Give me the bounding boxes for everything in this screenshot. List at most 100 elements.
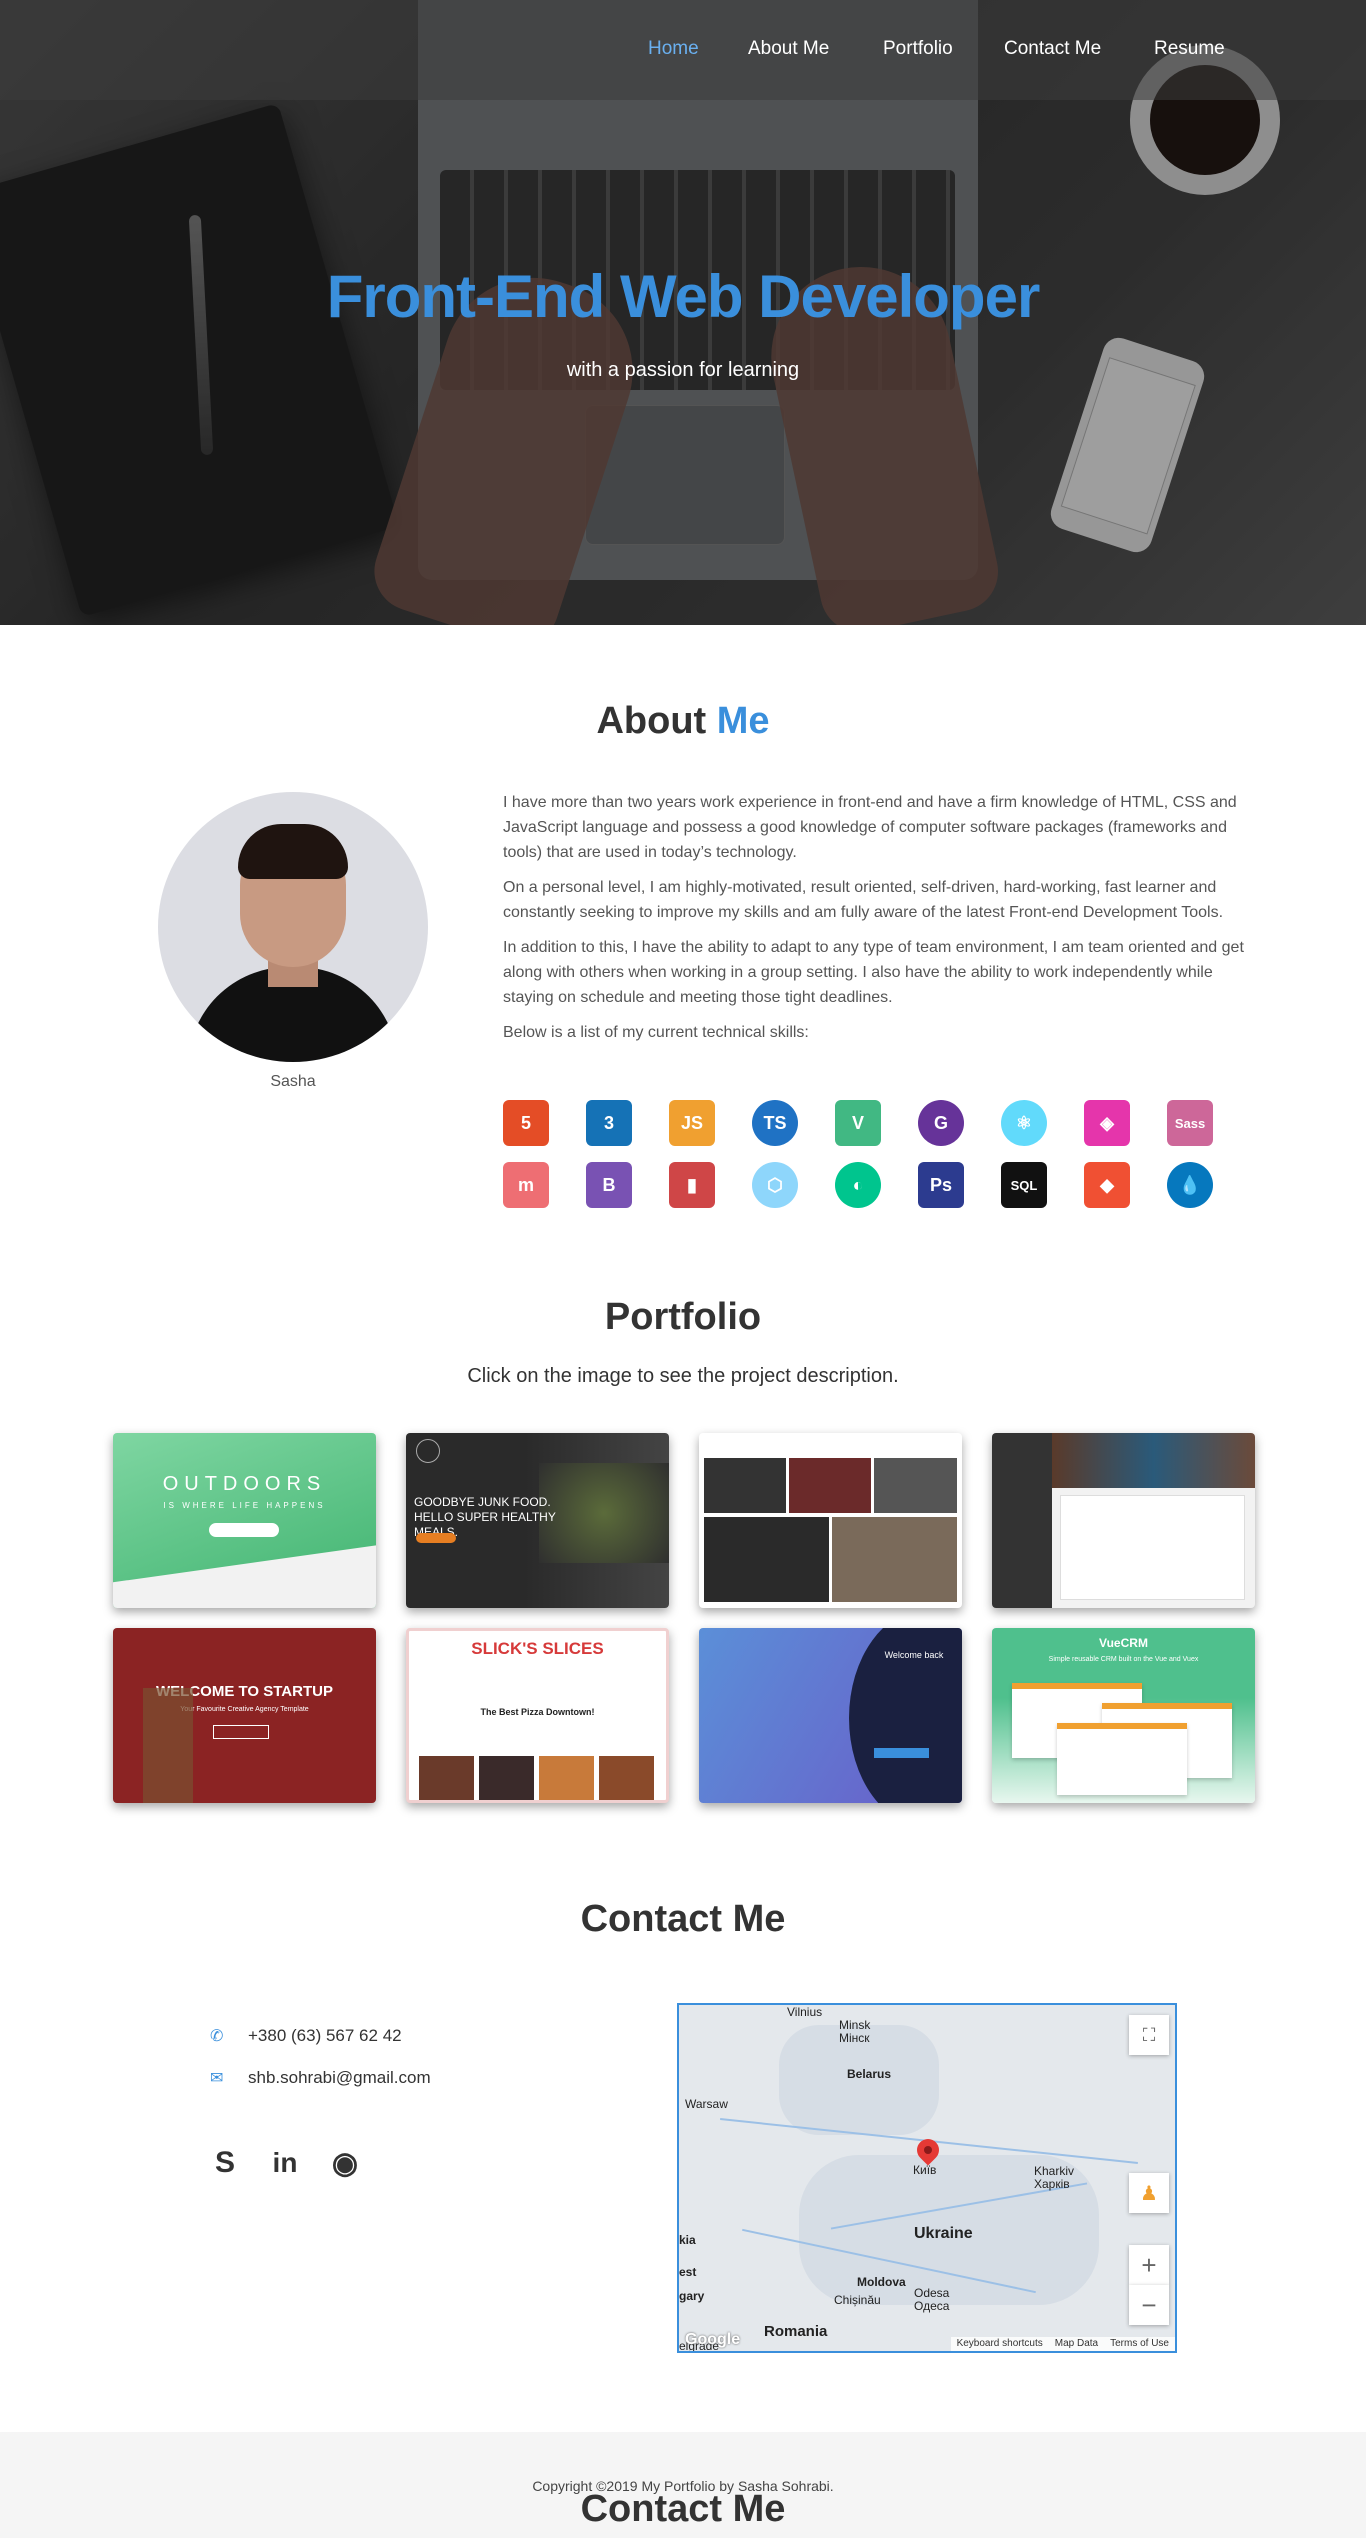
map-data-link[interactable]: Map Data	[1049, 2337, 1104, 2351]
top-navbar: Home About Me Portfolio Contact Me Resum…	[0, 0, 1366, 100]
map-label-chisinau: Chișinău	[834, 2293, 881, 2307]
gulp-icon: ▮	[669, 1162, 715, 1208]
map-label-kyiv: Київ	[913, 2163, 937, 2177]
git-icon: ◆	[1084, 1162, 1130, 1208]
project-caption: VueCRM	[1099, 1636, 1148, 1650]
project-photo	[704, 1458, 786, 1513]
hero-subtitle: with a passion for learning	[566, 359, 800, 381]
nav-portfolio[interactable]: Portfolio	[883, 38, 953, 60]
project-door	[143, 1688, 193, 1803]
react-icon: ⚛	[1001, 1100, 1047, 1146]
project-photo	[1052, 1433, 1255, 1488]
project-photo	[479, 1756, 534, 1800]
typescript-icon: TS	[752, 1100, 798, 1146]
project-photo	[599, 1756, 654, 1800]
project-card-vuecrm[interactable]: VueCRM Simple reusable CRM built on the …	[992, 1628, 1255, 1803]
project-photo	[832, 1517, 957, 1602]
about-title-accent: Me	[716, 700, 770, 742]
project-screen	[1057, 1723, 1187, 1795]
map-label-minsk: Minsk Мінск	[839, 2018, 871, 2045]
drupal-icon: 💧	[1167, 1162, 1213, 1208]
map-label-moldova: Moldova	[857, 2275, 906, 2289]
map-terms-link[interactable]: Terms of Use	[1104, 2337, 1175, 2351]
sass-icon: Sass	[1167, 1100, 1213, 1146]
project-card-outdoors[interactable]: OUTDOORS IS WHERE LIFE HAPPENS	[113, 1433, 376, 1608]
project-photo	[789, 1458, 871, 1513]
map-label-warsaw: Warsaw	[685, 2097, 728, 2111]
phone-number: +380 (63) 567 62 42	[248, 2026, 402, 2045]
zoom-out-icon[interactable]: −	[1129, 2285, 1169, 2325]
project-photo	[419, 1756, 474, 1800]
nuxt-icon: ◐	[835, 1162, 881, 1208]
portfolio-title: Portfolio	[604, 1296, 762, 1338]
email-row: ✉ shb.sohrabi@gmail.com	[210, 2068, 431, 2088]
nav-about-me[interactable]: About Me	[748, 38, 829, 60]
project-caption: OUTDOORS	[162, 1473, 327, 1495]
vue-icon: V	[835, 1100, 881, 1146]
zoom-in-icon[interactable]: +	[1129, 2245, 1169, 2285]
about-paragraph-4: Below is a list of my current technical …	[503, 1024, 809, 1041]
envelope-icon: ✉	[210, 2070, 224, 2087]
project-caption: SLICK'S SLICES	[471, 1639, 604, 1658]
contact-title-duplicate: Contact Me	[580, 2488, 786, 2530]
contact-title: Contact Me	[580, 1898, 786, 1940]
avatar-name: Sasha	[270, 1073, 316, 1090]
nav-resume[interactable]: Resume	[1154, 38, 1225, 60]
javascript-icon: JS	[669, 1100, 715, 1146]
project-card-healthy-meals[interactable]: GOODBYE JUNK FOOD. HELLO SUPER HEALTHY M…	[406, 1433, 669, 1608]
about-paragraph-2: On a personal level, I am highly-motivat…	[503, 879, 1224, 921]
html5-icon: 5	[503, 1100, 549, 1146]
map-label-kharkiv: Kharkiv Харків	[1034, 2164, 1075, 2191]
project-button	[416, 1533, 456, 1543]
project-tagline: Simple reusable CRM built on the Vue and…	[1048, 1656, 1199, 1663]
photoshop-icon: Ps	[918, 1162, 964, 1208]
linkedin-icon[interactable]: in	[267, 2145, 303, 2181]
map-label-odesa: Odesa Одеса	[914, 2286, 950, 2313]
about-title-main: About	[596, 700, 717, 742]
project-card-login[interactable]: Welcome back	[699, 1628, 962, 1803]
project-button	[874, 1748, 929, 1758]
about-text: I have more than two years work experien…	[503, 790, 1253, 1055]
skype-icon[interactable]: S	[207, 2145, 243, 2181]
project-logo-icon	[416, 1439, 440, 1463]
materialize-icon: m	[503, 1162, 549, 1208]
project-button	[209, 1523, 279, 1537]
map-label-kia: kia	[679, 2233, 696, 2247]
project-photo	[704, 1517, 829, 1602]
map-label-gary: gary	[679, 2289, 705, 2303]
nav-contact-me[interactable]: Contact Me	[1004, 38, 1101, 60]
portfolio-subtitle: Click on the image to see the project de…	[467, 1365, 899, 1387]
project-tagline: The Best Pizza Downtown!	[480, 1707, 595, 1717]
github-icon[interactable]: ◉	[327, 2145, 363, 2181]
project-card-startup[interactable]: WELCOME TO STARTUP Your Favourite Creati…	[113, 1628, 376, 1803]
bootstrap-icon: B	[586, 1162, 632, 1208]
email-address[interactable]: shb.sohrabi@gmail.com	[248, 2068, 431, 2088]
project-tagline: IS WHERE LIFE HAPPENS	[163, 1501, 326, 1510]
project-sidebar	[992, 1433, 1052, 1608]
nav-home[interactable]: Home	[648, 38, 699, 60]
phone-icon: ✆	[210, 2028, 224, 2045]
map-footer: Keyboard shortcuts Map Data Terms of Use	[950, 2337, 1175, 2351]
gatsby-icon: G	[918, 1100, 964, 1146]
project-card-fashion[interactable]	[699, 1433, 962, 1608]
fullscreen-icon[interactable]: ⛶	[1129, 2015, 1169, 2055]
map-label-belarus: Belarus	[847, 2067, 892, 2081]
about-paragraph-1: I have more than two years work experien…	[503, 794, 1237, 861]
project-button	[213, 1725, 269, 1739]
pegman-icon[interactable]: ♟	[1129, 2173, 1169, 2213]
google-map[interactable]: Vilnius Minsk Мінск Belarus Warsaw Київ …	[677, 2003, 1177, 2353]
project-card-hotel[interactable]	[992, 1433, 1255, 1608]
avatar	[158, 792, 428, 1062]
map-label-est: est	[679, 2265, 697, 2279]
sql-icon: SQL	[1001, 1162, 1047, 1208]
about-title: About Me	[0, 700, 1366, 743]
project-photo	[874, 1458, 957, 1513]
google-logo: Google	[685, 2331, 741, 2348]
project-card-slicks-slices[interactable]: SLICK'S SLICES The Best Pizza Downtown!	[406, 1628, 669, 1803]
map-keyboard-shortcuts[interactable]: Keyboard shortcuts	[951, 2337, 1049, 2351]
css3-icon: 3	[586, 1100, 632, 1146]
graphql-icon: ◈	[1084, 1100, 1130, 1146]
map-label-romania: Romania	[764, 2323, 828, 2340]
map-label-vilnius: Vilnius	[787, 2005, 823, 2019]
avatar-hair	[238, 824, 348, 879]
